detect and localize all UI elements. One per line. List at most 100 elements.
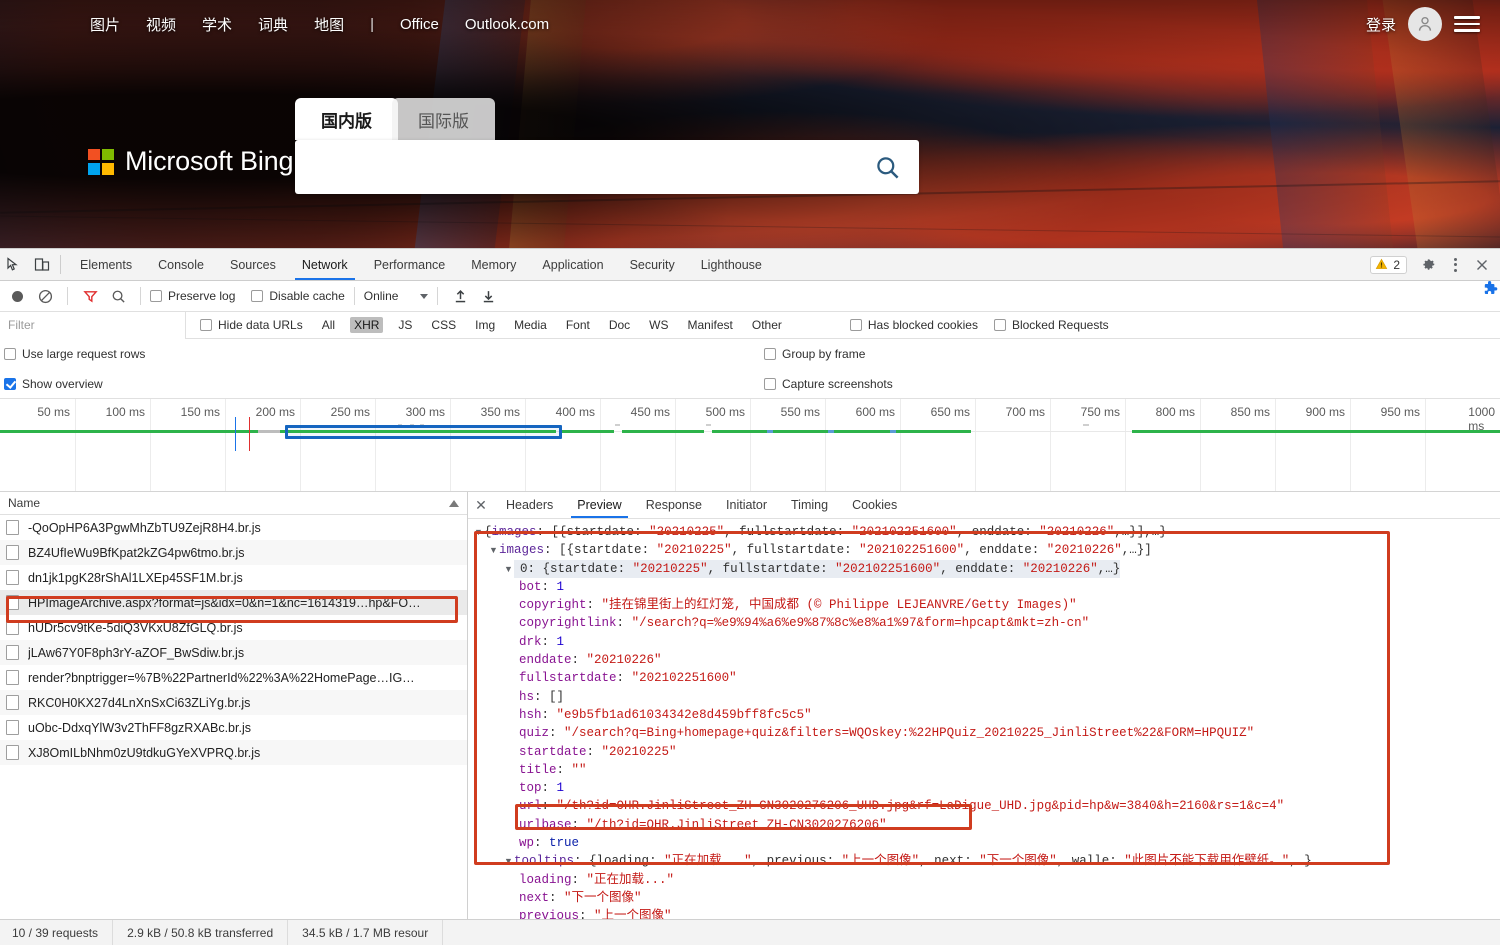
blocked-requests-checkbox[interactable]: Blocked Requests [993, 318, 1109, 332]
nav-item-outlook[interactable]: Outlook.com [465, 16, 549, 33]
nav-item-dictionary[interactable]: 词典 [258, 14, 288, 35]
detail-tab-headers[interactable]: Headers [494, 492, 565, 518]
hide-data-urls-checkbox[interactable]: Hide data URLs [200, 318, 303, 332]
json-key: copyrightlink [519, 616, 617, 631]
filter-toggle-button[interactable] [77, 283, 103, 309]
use-large-request-rows-checkbox[interactable]: Use large request rows [4, 347, 145, 361]
tab-international-version[interactable]: 国际版 [392, 98, 495, 140]
json-key: next [519, 890, 550, 905]
tab-application[interactable]: Application [529, 249, 616, 280]
table-row[interactable]: render?bnptrigger=%7B%22PartnerId%22%3A%… [0, 665, 467, 690]
microsoft-logo-icon [88, 148, 114, 175]
filter-type-xhr[interactable]: XHR [350, 317, 384, 333]
filter-type-img[interactable]: Img [471, 317, 499, 333]
inspect-element-icon[interactable] [0, 249, 28, 280]
json-key: hs [519, 689, 535, 704]
filter-type-manifest[interactable]: Manifest [684, 317, 737, 333]
detail-tab-preview[interactable]: Preview [565, 492, 633, 518]
tab-network[interactable]: Network [289, 249, 361, 280]
nav-item-maps[interactable]: 地图 [314, 14, 344, 35]
search-requests-button[interactable] [105, 283, 131, 309]
overview-gridline [525, 399, 526, 491]
filter-type-css[interactable]: CSS [427, 317, 460, 333]
table-row[interactable]: dn1jk1pgK28rShAl1LXEp45SF1M.br.js [0, 565, 467, 590]
preserve-log-checkbox[interactable]: Preserve log [150, 289, 235, 303]
tab-memory[interactable]: Memory [458, 249, 529, 280]
json-value: : [649, 854, 665, 869]
search-input[interactable] [295, 140, 855, 194]
tab-security[interactable]: Security [617, 249, 688, 280]
tab-sources[interactable]: Sources [217, 249, 289, 280]
close-detail-icon[interactable]: ✕ [468, 492, 494, 518]
avatar[interactable] [1408, 7, 1442, 41]
tab-performance[interactable]: Performance [361, 249, 459, 280]
tab-console[interactable]: Console [145, 249, 217, 280]
extension-puzzle-icon[interactable] [1482, 281, 1498, 297]
throttling-dropdown[interactable]: Online [364, 289, 429, 303]
json-line: ▼tooltips: {loading: "正在加载...", previous… [468, 852, 1500, 870]
disclosure-triangle-icon[interactable]: ▼ [474, 523, 484, 541]
warning-count-badge[interactable]: 2 [1370, 255, 1407, 274]
json-line: next: "下一个图像" [468, 889, 1500, 907]
detail-tab-initiator[interactable]: Initiator [714, 492, 779, 518]
filter-type-all[interactable]: All [318, 317, 339, 333]
json-value: : [826, 854, 842, 869]
detail-tab-timing[interactable]: Timing [779, 492, 840, 518]
json-line: drk: 1 [468, 633, 1500, 651]
more-options-icon[interactable] [1445, 250, 1466, 280]
filter-type-media[interactable]: Media [510, 317, 551, 333]
filter-type-js[interactable]: JS [394, 317, 416, 333]
has-blocked-cookies-checkbox[interactable]: Has blocked cookies [849, 318, 978, 332]
request-name: hUDr5cv9tKe-5diQ3VKxU8ZfGLQ.br.js [28, 620, 243, 635]
json-preview-viewer[interactable]: ▼{images: [{startdate: "20210225", fulls… [468, 519, 1500, 935]
json-value: : [571, 653, 587, 668]
table-row[interactable]: hUDr5cv9tKe-5diQ3VKxU8ZfGLQ.br.js [0, 615, 467, 640]
json-value: "/th?id=OHR.JinliStreet_ZH-CN3020276206_… [556, 799, 1285, 814]
clear-button[interactable] [32, 283, 58, 309]
import-har-button[interactable] [447, 283, 473, 309]
disclosure-triangle-icon[interactable]: ▼ [504, 852, 514, 870]
settings-gear-button[interactable] [1415, 257, 1443, 273]
json-value: , [724, 525, 740, 539]
json-value: "20210225" [632, 561, 708, 576]
toggle-device-toolbar-icon[interactable] [28, 249, 56, 280]
filter-type-doc[interactable]: Doc [605, 317, 634, 333]
json-line-content: url: "/th?id=OHR.JinliStreet_ZH-CN302027… [519, 799, 1284, 813]
group-by-frame-checkbox[interactable]: Group by frame [764, 347, 865, 361]
filter-type-ws[interactable]: WS [645, 317, 672, 333]
table-row[interactable]: jLAw67Y0F8ph3rY-aZOF_BwSdiw.br.js [0, 640, 467, 665]
table-row[interactable]: BZ4UfIeWu9BfKpat2kZG4pw6tmo.br.js [0, 540, 467, 565]
filter-type-font[interactable]: Font [562, 317, 594, 333]
tab-domestic-version[interactable]: 国内版 [295, 98, 398, 140]
json-value: : { [574, 854, 597, 869]
filter-input[interactable] [0, 311, 186, 339]
table-row[interactable]: RKC0H0KX27d4LnXnSxCi63ZLiYg.br.js [0, 690, 467, 715]
tab-lighthouse[interactable]: Lighthouse [688, 249, 775, 280]
nav-item-office[interactable]: Office [400, 16, 439, 33]
request-list-header[interactable]: Name [0, 492, 467, 515]
json-value: "/search?q=%e9%94%a6%e9%87%8c%e8%a1%97&f… [631, 616, 1090, 631]
search-button[interactable] [855, 140, 919, 194]
close-devtools-icon[interactable] [1468, 257, 1496, 273]
sign-in-button[interactable]: 登录 [1366, 14, 1396, 35]
filter-type-other[interactable]: Other [748, 317, 786, 333]
nav-item-academic[interactable]: 学术 [202, 14, 232, 35]
detail-tab-response[interactable]: Response [634, 492, 714, 518]
hamburger-menu-icon[interactable] [1454, 12, 1480, 36]
nav-item-images[interactable]: 图片 [90, 14, 120, 35]
nav-item-videos[interactable]: 视频 [146, 14, 176, 35]
show-overview-checkbox[interactable]: Show overview [4, 377, 103, 391]
disable-cache-checkbox[interactable]: Disable cache [251, 289, 345, 303]
record-button[interactable] [4, 283, 30, 309]
table-row[interactable]: XJ8OmILbNhm0zU9tdkuGYeXVPRQ.br.js [0, 740, 467, 765]
detail-tab-cookies[interactable]: Cookies [840, 492, 909, 518]
disclosure-triangle-icon[interactable]: ▼ [504, 560, 514, 578]
table-row[interactable]: HPImageArchive.aspx?format=js&idx=0&n=1&… [0, 590, 467, 615]
capture-screenshots-checkbox[interactable]: Capture screenshots [764, 377, 893, 391]
table-row[interactable]: uObc-DdxqYlW3v2ThFF8gzRXABc.br.js [0, 715, 467, 740]
disclosure-triangle-icon[interactable]: ▼ [489, 541, 499, 559]
table-row[interactable]: -QoOpHP6A3PgwMhZbTU9ZejR8H4.br.js [0, 515, 467, 540]
tab-elements[interactable]: Elements [67, 249, 145, 280]
export-har-button[interactable] [475, 283, 501, 309]
network-overview-timeline[interactable]: 50 ms 100 ms 150 ms 200 ms 250 ms 300 ms 350 m… [0, 399, 1500, 492]
